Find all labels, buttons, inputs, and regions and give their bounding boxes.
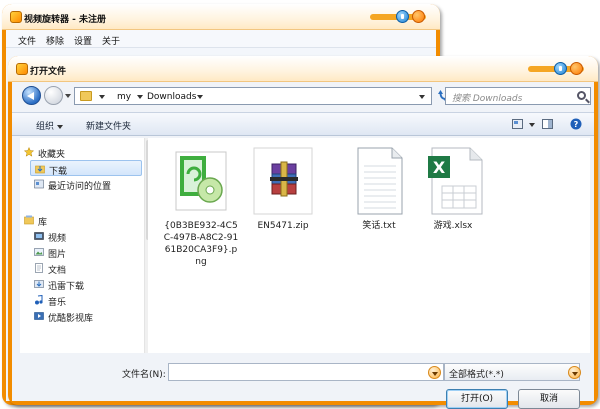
history-dropdown-icon[interactable]: [65, 94, 71, 98]
chevron-down-icon[interactable]: [99, 95, 105, 99]
nav-music-label: 音乐: [48, 298, 67, 308]
menu-about[interactable]: 关于: [102, 34, 120, 47]
winrar-archive-icon: [253, 147, 313, 215]
filename-label: 文件名(N):: [122, 370, 166, 380]
svg-text:?: ?: [574, 120, 579, 129]
nav-pictures-label: 图片: [48, 250, 67, 260]
main-window-title: 视频旋转器 - 未注册: [24, 15, 107, 25]
view-options-icon[interactable]: [512, 119, 523, 129]
nav-favorites-label: 收藏夹: [38, 150, 66, 160]
address-dropdown-icon[interactable]: [419, 95, 425, 99]
music-note-icon: [35, 295, 43, 305]
back-arrow-icon[interactable]: [22, 86, 41, 105]
nav-youku-label: 优酷影视库: [48, 314, 94, 324]
menu-remove[interactable]: 移除: [46, 34, 64, 47]
nav-pictures[interactable]: 图片: [30, 244, 142, 260]
search-box[interactable]: 搜索 Downloads: [445, 87, 591, 105]
file-item-txt[interactable]: 笑话.txt: [340, 146, 418, 276]
app-logo-icon: [10, 11, 22, 23]
dialog-close-button[interactable]: [570, 62, 583, 75]
new-folder-button[interactable]: 新建文件夹: [86, 119, 131, 132]
nav-recent[interactable]: 最近访问的位置: [30, 176, 142, 192]
nav-libraries-label: 库: [38, 218, 48, 228]
file-name: 笑话.txt: [362, 221, 396, 231]
menu-file[interactable]: 文件: [18, 34, 36, 47]
chevron-down-icon[interactable]: [197, 95, 203, 99]
nav-documents-label: 文档: [48, 266, 67, 276]
organize-label: 组织: [36, 122, 55, 132]
dialog-logo-icon: [16, 63, 28, 75]
dialog-footer: 文件名(N): 全部格式(*.*) 打开(O) 取消: [12, 353, 594, 409]
navigation-row: my Downloads 搜索 Downloads: [12, 82, 594, 112]
filetype-select[interactable]: 全部格式(*.*): [444, 363, 580, 381]
organize-button[interactable]: 组织: [36, 119, 64, 132]
forward-arrow-icon[interactable]: [44, 86, 63, 105]
nav-documents[interactable]: 文档: [30, 260, 142, 276]
dialog-info-button[interactable]: [554, 62, 567, 75]
main-titlebar[interactable]: 视频旋转器 - 未注册: [2, 4, 440, 30]
file-name: EN5471.zip: [257, 221, 309, 231]
nav-recent-label: 最近访问的位置: [48, 182, 112, 192]
address-bar[interactable]: my Downloads: [74, 87, 432, 105]
menu-settings[interactable]: 设置: [74, 34, 92, 47]
dialog-title: 打开文件: [30, 67, 67, 77]
nav-xunlei-label: 迅雷下载: [48, 282, 85, 292]
nav-libraries[interactable]: 库: [20, 212, 144, 228]
dialog-titlebar[interactable]: 打开文件: [8, 56, 598, 82]
filetype-dropdown-icon[interactable]: [568, 366, 581, 379]
file-name: {0B3BE932-4C5C-497B-A8C2-9161B20CA3F9}.p…: [163, 221, 239, 267]
info-button[interactable]: [396, 10, 409, 23]
nav-music[interactable]: 音乐: [30, 292, 142, 308]
breadcrumb-downloads[interactable]: Downloads: [147, 92, 196, 102]
file-item-zip[interactable]: EN5471.zip: [244, 146, 322, 276]
picture-library-icon: [34, 248, 44, 256]
youku-library-icon: [34, 312, 44, 320]
recent-places-icon: [34, 179, 44, 189]
help-icon[interactable]: ?: [570, 118, 582, 130]
excel-file-icon: X: [428, 147, 483, 215]
main-menu-bar: 文件 移除 设置 关于: [6, 30, 436, 48]
open-file-dialog: 打开文件 my Downloads 搜索 Downloads 组织 新建文件夹 …: [8, 56, 598, 409]
file-item-png[interactable]: {0B3BE932-4C5C-497B-A8C2-9161B20CA3F9}.p…: [162, 146, 240, 276]
file-item-xlsx[interactable]: X 游戏.xlsx: [414, 146, 492, 276]
filename-dropdown-icon[interactable]: [428, 366, 441, 379]
navigation-pane: 收藏夹 下载 最近访问的位置 库 视频 图片 文档 迅雷下载 音乐 优酷影视库: [20, 138, 152, 353]
file-list-pane: {0B3BE932-4C5C-497B-A8C2-9161B20CA3F9}.p…: [148, 138, 590, 353]
nav-downloads[interactable]: 下载: [30, 160, 142, 177]
breadcrumb-my[interactable]: my: [117, 92, 131, 102]
nav-videos-label: 视频: [48, 234, 67, 244]
close-button[interactable]: [412, 10, 425, 23]
view-dropdown-icon[interactable]: [529, 123, 535, 127]
filetype-value: 全部格式(*.*): [449, 370, 504, 380]
nav-youku[interactable]: 优酷影视库: [30, 308, 142, 324]
library-icon: [24, 215, 34, 225]
command-toolbar: 组织 新建文件夹 ?: [12, 112, 594, 136]
nav-videos[interactable]: 视频: [30, 228, 142, 244]
cancel-button[interactable]: 取消: [518, 389, 580, 409]
chevron-down-icon: [57, 124, 64, 129]
search-input[interactable]: 搜索 Downloads: [452, 91, 522, 104]
xunlei-download-icon: [34, 280, 44, 288]
filename-input[interactable]: [168, 363, 444, 381]
main-window-controls: [370, 8, 434, 26]
video-library-icon: [34, 232, 44, 240]
dialog-body: my Downloads 搜索 Downloads 组织 新建文件夹 ? 收藏夹…: [12, 82, 594, 409]
document-library-icon: [35, 263, 43, 273]
star-icon: [24, 147, 34, 157]
file-name: 游戏.xlsx: [433, 221, 473, 231]
search-icon[interactable]: [577, 91, 586, 100]
folder-icon: [80, 91, 92, 101]
dialog-controls: [528, 60, 592, 78]
open-button[interactable]: 打开(O): [446, 389, 508, 409]
nav-xunlei[interactable]: 迅雷下载: [30, 276, 142, 292]
nav-favorites[interactable]: 收藏夹: [20, 144, 144, 160]
svg-text:X: X: [433, 158, 446, 177]
text-file-icon: [357, 147, 403, 215]
downloads-folder-icon: [35, 165, 45, 174]
png-image-icon: [175, 151, 227, 211]
chevron-down-icon[interactable]: [137, 95, 143, 99]
preview-pane-icon[interactable]: [542, 119, 553, 129]
